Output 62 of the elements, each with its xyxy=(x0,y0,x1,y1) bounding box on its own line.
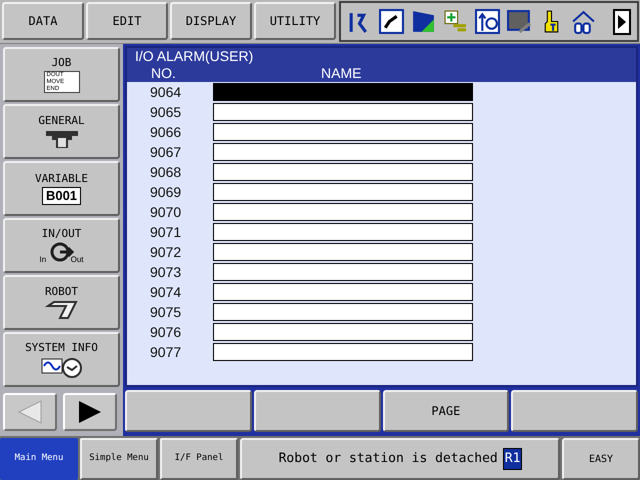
menu-button[interactable]: EDIT xyxy=(86,2,168,40)
row-number: 9064 xyxy=(149,83,182,101)
name-field[interactable] xyxy=(213,263,473,281)
robot-arm-icon[interactable] xyxy=(379,9,404,34)
bottom-tab[interactable]: Simple Menu xyxy=(80,438,158,480)
next-page-icon[interactable] xyxy=(613,8,631,34)
row-number: 9076 xyxy=(149,323,182,341)
function-key[interactable]: PAGE xyxy=(382,390,510,432)
row-number: 9069 xyxy=(149,183,182,201)
menu-button[interactable]: DATA xyxy=(2,2,84,40)
robot-arm-icon xyxy=(44,300,80,320)
row-number: 9065 xyxy=(149,103,182,121)
display-screen-icon[interactable] xyxy=(507,9,532,34)
tool-icon xyxy=(44,129,80,149)
right-arrow-icon xyxy=(77,399,103,425)
row-number: 9075 xyxy=(149,303,182,321)
wave-clock-icon xyxy=(40,356,82,378)
name-field[interactable] xyxy=(213,203,473,221)
scroll-left-button[interactable] xyxy=(3,393,57,431)
menu-button[interactable]: DISPLAY xyxy=(170,2,252,40)
side-menu-button[interactable]: GENERAL xyxy=(3,104,120,159)
mode-button[interactable]: EASY xyxy=(562,438,640,480)
name-field[interactable] xyxy=(213,83,473,101)
name-field[interactable] xyxy=(213,243,473,261)
side-menu-button[interactable]: SYSTEM INFO xyxy=(3,332,120,387)
bottom-tab[interactable]: I/F Panel xyxy=(160,438,238,480)
name-field[interactable] xyxy=(213,103,473,121)
bottom-tab[interactable]: Main Menu xyxy=(0,438,78,480)
function-key[interactable] xyxy=(511,390,638,432)
side-menu-button[interactable]: VARIABLE B001 xyxy=(3,161,120,216)
screen-title: I/O ALARM(USER) xyxy=(135,48,254,64)
row-number: 9074 xyxy=(149,283,182,301)
row-number: 9066 xyxy=(149,123,182,141)
row-number: 9072 xyxy=(149,243,182,261)
row-number: 9068 xyxy=(149,163,182,181)
scroll-right-button[interactable] xyxy=(63,393,117,431)
left-arrow-icon xyxy=(17,399,43,425)
row-number: 9070 xyxy=(149,203,182,221)
status-message: Robot or station is detached xyxy=(278,450,498,468)
name-field[interactable] xyxy=(213,343,473,361)
name-field[interactable] xyxy=(213,143,473,161)
name-field[interactable] xyxy=(213,223,473,241)
side-menu-button[interactable]: IN/OUT In Out xyxy=(3,218,120,273)
function-key[interactable] xyxy=(125,390,252,432)
row-number: 9067 xyxy=(149,143,182,161)
row-number: 9077 xyxy=(149,343,182,361)
name-field[interactable] xyxy=(213,303,473,321)
side-menu-button[interactable]: ROBOT xyxy=(3,275,120,330)
menu-button[interactable]: UTILITY xyxy=(254,2,336,40)
function-key[interactable] xyxy=(254,390,380,432)
name-field[interactable] xyxy=(213,183,473,201)
name-field[interactable] xyxy=(213,283,473,301)
signal-bars-icon[interactable] xyxy=(411,9,436,34)
row-number: 9073 xyxy=(149,263,182,281)
group-indicator: R1 xyxy=(504,449,522,469)
row-number: 9071 xyxy=(149,223,182,241)
name-field[interactable] xyxy=(213,323,473,341)
column-header: NAME xyxy=(321,65,362,82)
name-field[interactable] xyxy=(213,163,473,181)
column-header: NO. xyxy=(150,65,177,82)
variable-label: B001 xyxy=(42,187,82,205)
name-field[interactable] xyxy=(213,123,473,141)
